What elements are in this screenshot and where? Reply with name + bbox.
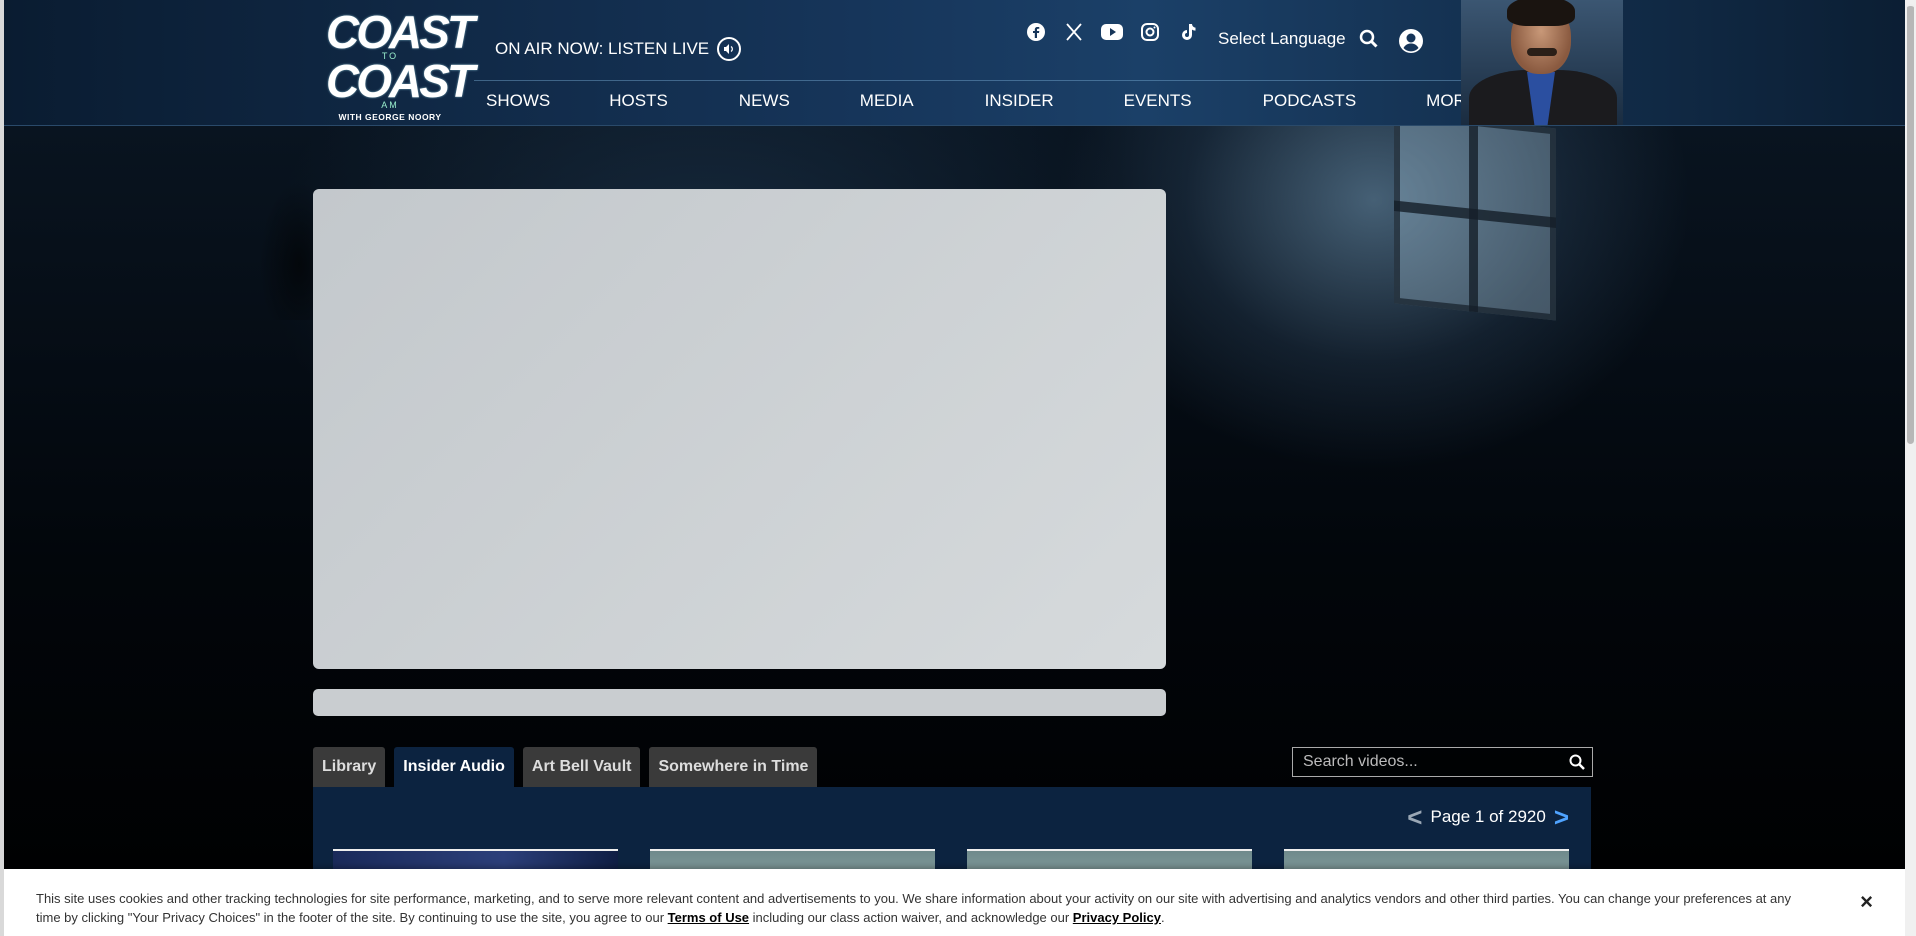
youtube-icon[interactable] bbox=[1100, 20, 1124, 44]
prev-page-icon[interactable]: < bbox=[1407, 804, 1422, 830]
tab-insider-audio[interactable]: Insider Audio bbox=[394, 747, 514, 787]
host-photo bbox=[1461, 0, 1623, 125]
nav-events[interactable]: EVENTS bbox=[1124, 91, 1192, 111]
scrollbar-thumb[interactable] bbox=[1907, 4, 1914, 444]
page-scrollbar[interactable] bbox=[1905, 0, 1916, 936]
main-nav: SHOWS HOSTS NEWS MEDIA INSIDER EVENTS PO… bbox=[486, 91, 1477, 111]
nav-hosts[interactable]: HOSTS bbox=[609, 91, 668, 111]
site-header: COAST TO COAST AM WITH GEORGE NOORY ON A… bbox=[4, 0, 1905, 126]
cookie-text-part-2: including our class action waiver, and a… bbox=[749, 910, 1073, 925]
on-air-label: ON AIR NOW: LISTEN LIVE bbox=[495, 39, 710, 58]
nav-insider[interactable]: INSIDER bbox=[985, 91, 1054, 111]
select-language[interactable]: Select Language bbox=[1218, 29, 1346, 49]
logo-subtitle: WITH GEORGE NOORY bbox=[338, 112, 442, 122]
next-page-icon[interactable]: > bbox=[1554, 804, 1569, 830]
close-icon[interactable]: × bbox=[1860, 891, 1873, 913]
search-icon[interactable] bbox=[1358, 28, 1380, 55]
video-search-icon[interactable] bbox=[1562, 753, 1592, 771]
logo-line-2: COAST bbox=[326, 55, 475, 107]
terms-of-use-link[interactable]: Terms of Use bbox=[668, 910, 749, 925]
instagram-icon[interactable] bbox=[1138, 20, 1162, 44]
video-player[interactable] bbox=[313, 189, 1166, 669]
speaker-icon bbox=[717, 37, 742, 61]
tiktok-icon[interactable] bbox=[1176, 20, 1200, 44]
video-search-input[interactable] bbox=[1293, 753, 1562, 771]
user-account-icon[interactable] bbox=[1398, 28, 1424, 59]
social-links bbox=[1024, 20, 1200, 44]
privacy-policy-link[interactable]: Privacy Policy bbox=[1073, 910, 1161, 925]
nav-media[interactable]: MEDIA bbox=[860, 91, 914, 111]
page-indicator: Page 1 of 2920 bbox=[1430, 807, 1546, 826]
nav-shows[interactable]: SHOWS bbox=[486, 91, 550, 111]
video-search bbox=[1292, 747, 1593, 777]
nav-divider bbox=[474, 80, 1474, 81]
site-logo[interactable]: COAST TO COAST AM WITH GEORGE NOORY bbox=[326, 6, 475, 122]
x-icon[interactable] bbox=[1062, 20, 1086, 44]
window-left-edge bbox=[0, 0, 4, 936]
video-title-bar bbox=[313, 689, 1166, 716]
cookie-text: This site uses cookies and other trackin… bbox=[36, 889, 1816, 927]
tab-library[interactable]: Library bbox=[313, 747, 386, 787]
nav-news[interactable]: NEWS bbox=[739, 91, 790, 111]
nav-podcasts[interactable]: PODCASTS bbox=[1263, 91, 1357, 111]
background-window bbox=[1394, 111, 1556, 321]
video-tabs: Library Insider Audio Art Bell Vault Som… bbox=[313, 747, 818, 787]
cookie-banner: This site uses cookies and other trackin… bbox=[4, 869, 1905, 936]
cookie-text-part-3: . bbox=[1160, 910, 1165, 925]
tab-art-bell-vault[interactable]: Art Bell Vault bbox=[522, 747, 641, 787]
facebook-icon[interactable] bbox=[1024, 20, 1048, 44]
listen-live-link[interactable]: ON AIR NOW: LISTEN LIVE bbox=[495, 37, 742, 61]
pager: < Page 1 of 2920 > bbox=[1407, 804, 1569, 830]
tab-somewhere-in-time[interactable]: Somewhere in Time bbox=[649, 747, 818, 787]
logo-line-1: COAST bbox=[326, 6, 475, 58]
